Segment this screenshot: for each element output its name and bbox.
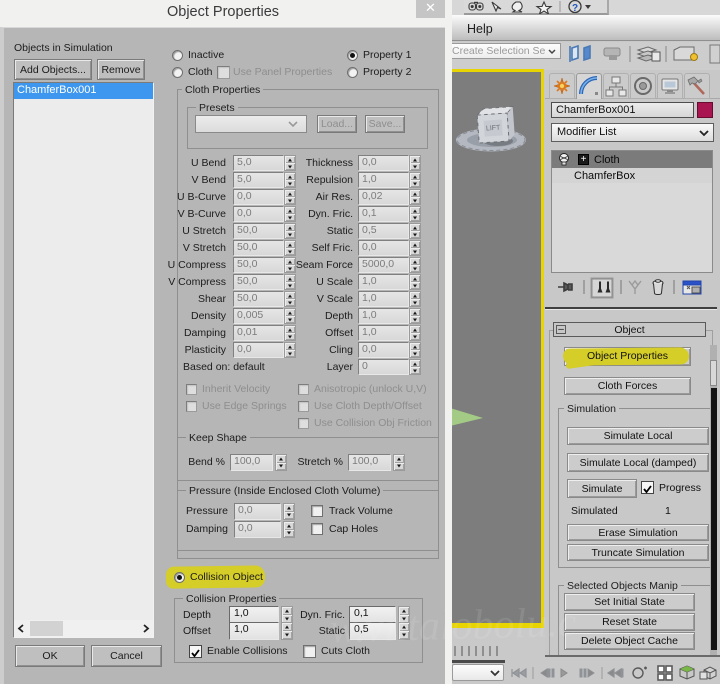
svg-text:LIFT: LIFT bbox=[486, 125, 502, 133]
svg-text:?: ? bbox=[572, 3, 578, 14]
